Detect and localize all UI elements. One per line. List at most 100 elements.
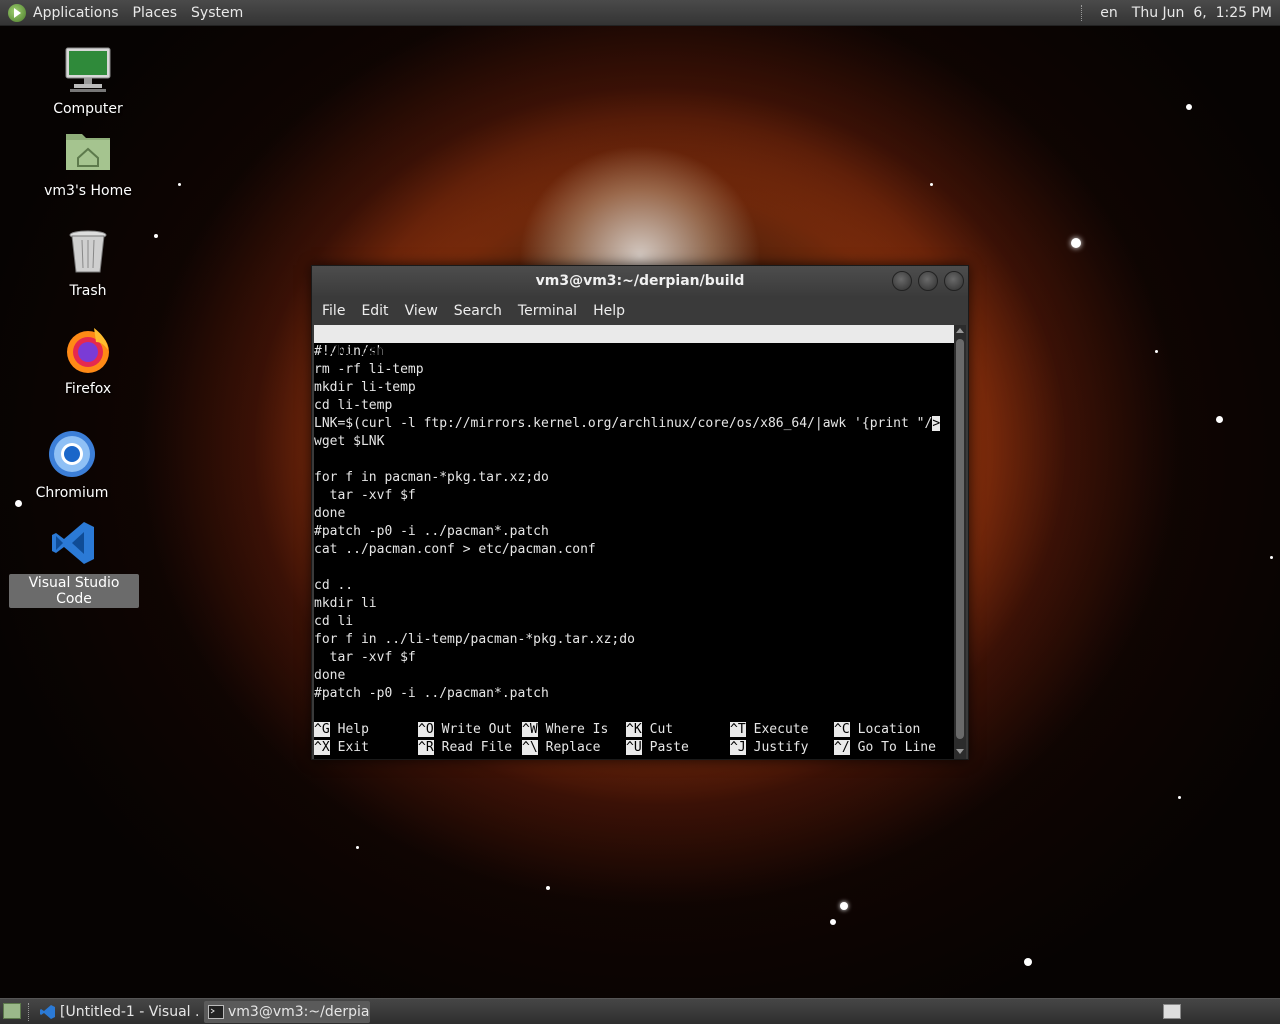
line-overflow-marker: > [932,416,941,431]
menu-terminal[interactable]: Terminal [510,303,585,319]
scroll-up-arrow[interactable] [956,328,964,333]
menu-help[interactable]: Help [585,303,633,319]
taskbar-item-terminal[interactable]: vm3@vm3:~/derpia... [204,1001,370,1023]
star [1216,416,1223,423]
code-line: done [314,506,346,521]
trash-icon [64,228,112,276]
desktop-icon-label: vm3's Home [44,183,132,199]
menu-view[interactable]: View [397,303,446,319]
vscode-icon [50,520,98,568]
code-line: done [314,668,346,683]
desktop-icon-computer[interactable]: Computer [23,46,153,118]
shortcut-replace[interactable]: ^\ Replace [522,739,600,757]
shortcut-location[interactable]: ^C Location [834,721,920,739]
code-line: wget $LNK [314,434,385,449]
desktop-icon-label: Trash [69,283,107,299]
desktop-icon-label: Visual Studio Code [9,574,139,608]
code-line: tar -xvf $f [314,650,416,665]
window-titlebar[interactable]: vm3@vm3:~/derpian/build [312,266,968,296]
desktop-icon-label: Firefox [64,381,112,397]
star [840,902,848,910]
show-desktop-button[interactable] [3,1003,21,1019]
scrollbar-thumb[interactable] [956,339,964,739]
nano-filename: 1-install-arch.sh [578,362,712,377]
star [178,183,181,186]
desktop-icon-vscode[interactable]: Visual Studio Code [9,520,139,608]
desktop-icon-label: Chromium [35,485,109,501]
terminal-scrollbar[interactable] [954,325,966,759]
window-title: vm3@vm3:~/derpian/build [535,273,745,289]
code-line: cd .. [314,578,354,593]
applications-menu-icon[interactable] [8,3,26,22]
nano-shortcut-bar: ^G Help ^O Write Out ^W Where Is ^K Cut ^T Ex… [314,721,955,757]
firefox-icon [64,326,112,374]
code-line: for f in pacman-*pkg.tar.xz;do [314,470,549,485]
code-line-overflow: LNK=$(curl -l ftp://mirrors.kernel.org/a… [314,415,955,433]
taskbar-item-vscode[interactable]: [Untitled-1 - Visual ... [36,1001,199,1023]
shortcut-cut[interactable]: ^K Cut [626,721,673,739]
desktop-icon-home[interactable]: vm3's Home [23,128,153,200]
star [356,846,359,849]
taskbar-item-label: vm3@vm3:~/derpia... [228,1004,370,1020]
shortcut-help[interactable]: ^G Help [314,721,369,739]
star [1155,350,1158,353]
shortcut-where-is[interactable]: ^W Where Is [522,721,608,739]
workspace-switcher[interactable] [1163,1004,1181,1019]
menu-edit[interactable]: Edit [353,303,396,319]
star [1024,958,1032,966]
terminal-window[interactable]: vm3@vm3:~/derpian/build File Edit View S… [311,265,969,760]
terminal-icon [208,1005,224,1019]
nano-editor[interactable]: GNU nano 7.2 1-install-arch.sh #!/bin/sh… [314,325,955,759]
star [1270,556,1273,559]
menu-file[interactable]: File [314,303,353,319]
star [930,183,933,186]
home-folder-icon [64,128,112,176]
menu-search[interactable]: Search [446,303,510,319]
close-button[interactable] [944,271,964,291]
menu-applications[interactable]: Applications [26,0,126,26]
menu-places[interactable]: Places [126,0,185,26]
code-line: for f in ../li-temp/pacman-*pkg.tar.xz;d… [314,632,635,647]
star [154,234,158,238]
desktop-icon-chromium[interactable]: Chromium [7,430,137,502]
shortcut-paste[interactable]: ^U Paste [626,739,689,757]
terminal-menubar: File Edit View Search Terminal Help [312,296,968,325]
nano-header-bar: GNU nano 7.2 1-install-arch.sh [314,325,955,377]
star [546,886,550,890]
desktop-icon-trash[interactable]: Trash [23,228,153,300]
shortcut-write-out[interactable]: ^O Write Out [418,721,512,739]
desktop-icon-firefox[interactable]: Firefox [23,326,153,398]
clock[interactable]: Thu Jun 6, 1:25 PM [1125,0,1280,26]
menu-system[interactable]: System [184,0,250,26]
shortcut-exit[interactable]: ^X Exit [314,739,369,757]
taskbar-separator [28,1003,30,1021]
star [1178,796,1181,799]
star [830,919,836,925]
chromium-icon [48,430,96,478]
keyboard-layout-indicator[interactable]: en [1093,0,1125,26]
vscode-icon [40,1005,55,1019]
shortcut-read-file[interactable]: ^R Read File [418,739,512,757]
computer-icon [64,46,112,94]
code-line: cd li-temp [314,398,393,413]
desktop-icon-label: Computer [53,101,123,117]
shortcut-go-to-line[interactable]: ^/Go To Line [834,739,936,757]
panel-separator [1081,4,1083,21]
code-line: mkdir li-temp [314,380,416,395]
star [1071,238,1081,248]
scroll-down-arrow[interactable] [956,749,964,754]
top-panel: Applications Places System en Thu Jun 6,… [0,0,1280,26]
code-line: tar -xvf $f [314,488,416,503]
minimize-button[interactable] [892,271,912,291]
shortcut-execute[interactable]: ^T Execute [730,721,808,739]
code-line: cat ../pacman.conf > etc/pacman.conf [314,542,596,557]
taskbar-item-label: [Untitled-1 - Visual ... [60,1004,199,1020]
maximize-button[interactable] [918,271,938,291]
bottom-taskbar: [Untitled-1 - Visual ... vm3@vm3:~/derpi… [0,998,1280,1024]
code-line: mkdir li [314,596,377,611]
code-line: #patch -p0 -i ../pacman*.patch [314,524,549,539]
code-line-text: LNK=$(curl -l ftp://mirrors.kernel.org/a… [314,416,933,431]
shortcut-justify[interactable]: ^J Justify [730,739,808,757]
